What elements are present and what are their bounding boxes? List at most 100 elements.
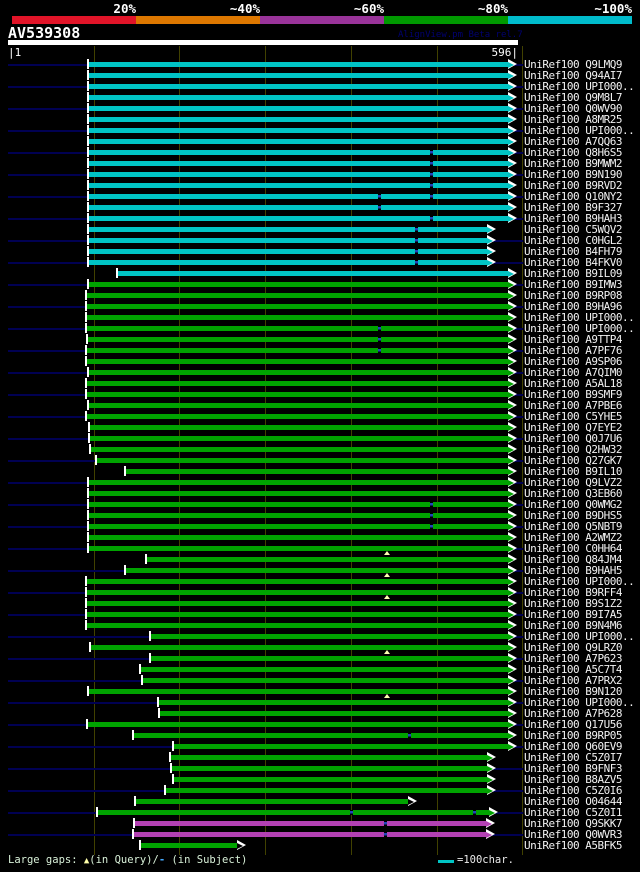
hit-start-tick — [85, 323, 87, 333]
hit-start-tick — [172, 774, 174, 784]
hit-bar[interactable] — [89, 425, 508, 430]
hit-bar[interactable] — [88, 150, 508, 155]
hit-bar[interactable] — [86, 601, 508, 606]
arrowhead-fill-icon — [508, 589, 514, 596]
hit-bar[interactable] — [96, 458, 508, 463]
hit-bar[interactable] — [86, 590, 508, 595]
hit-bar[interactable] — [90, 645, 508, 650]
arrowhead-fill-icon — [487, 248, 493, 255]
arrowhead-fill-icon — [508, 699, 514, 706]
hit-bar[interactable] — [86, 348, 508, 353]
hit-label[interactable]: UniRef100_A5BFK5 — [524, 839, 639, 851]
identity-scale-segment — [136, 16, 260, 24]
hit-bar[interactable] — [88, 524, 508, 529]
subject-gap-mark — [430, 194, 433, 199]
hit-bar[interactable] — [88, 260, 487, 265]
hit-start-tick — [87, 499, 89, 509]
hit-bar[interactable] — [87, 337, 508, 342]
hit-start-tick — [87, 59, 89, 69]
hit-bar[interactable] — [88, 689, 508, 694]
hit-bar[interactable] — [86, 359, 508, 364]
hit-bar[interactable] — [125, 568, 508, 573]
hit-bar[interactable] — [86, 414, 508, 419]
hit-bar[interactable] — [88, 238, 487, 243]
hit-bar[interactable] — [125, 469, 508, 474]
scale-length-swatch — [438, 860, 454, 863]
hit-bar[interactable] — [88, 84, 508, 89]
hit-bar[interactable] — [159, 711, 508, 716]
hit-bar[interactable] — [86, 612, 508, 617]
hit-bar[interactable] — [134, 821, 486, 826]
hit-bar[interactable] — [88, 106, 508, 111]
hit-start-tick — [96, 807, 98, 817]
hit-bar[interactable] — [88, 216, 508, 221]
hit-start-tick — [87, 202, 89, 212]
hit-bar[interactable] — [88, 403, 508, 408]
identity-scale-segment — [12, 16, 136, 24]
hit-bar[interactable] — [158, 700, 508, 705]
hit-bar[interactable] — [86, 326, 508, 331]
hit-bar[interactable] — [146, 557, 508, 562]
hit-bar[interactable] — [88, 194, 508, 199]
hit-bar[interactable] — [86, 579, 508, 584]
hit-bar[interactable] — [88, 502, 508, 507]
hit-start-tick — [87, 488, 89, 498]
hit-start-tick — [116, 268, 118, 278]
hit-bar[interactable] — [88, 491, 508, 496]
hit-start-tick — [87, 158, 89, 168]
hit-bar[interactable] — [89, 436, 508, 441]
hit-bar[interactable] — [133, 733, 508, 738]
hit-bar[interactable] — [88, 139, 508, 144]
hit-bar[interactable] — [88, 73, 508, 78]
hit-bar[interactable] — [173, 744, 508, 749]
hit-bar[interactable] — [88, 546, 508, 551]
hit-bar[interactable] — [88, 117, 508, 122]
hit-start-tick — [85, 587, 87, 597]
hit-bar[interactable] — [142, 678, 508, 683]
hit-bar[interactable] — [170, 755, 487, 760]
hit-start-tick — [85, 389, 87, 399]
identity-scale-segment — [508, 16, 632, 24]
large-gaps-legend: Large gaps: ▲(in Query)/- (in Subject) — [8, 854, 247, 866]
hit-bar[interactable] — [86, 315, 508, 320]
hit-bar[interactable] — [86, 293, 508, 298]
hit-bar[interactable] — [150, 634, 508, 639]
hit-bar[interactable] — [86, 392, 508, 397]
hit-bar[interactable] — [87, 722, 508, 727]
hit-bar[interactable] — [171, 766, 487, 771]
hit-bar[interactable] — [86, 381, 508, 386]
hit-start-tick — [85, 598, 87, 608]
arrowhead-fill-icon — [487, 765, 493, 772]
hit-bar[interactable] — [88, 249, 487, 254]
hit-bar[interactable] — [86, 304, 508, 309]
hit-start-tick — [87, 279, 89, 289]
hit-bar[interactable] — [150, 656, 508, 661]
hit-bar[interactable] — [86, 623, 508, 628]
hit-bar[interactable] — [140, 667, 508, 672]
hit-bar[interactable] — [88, 282, 508, 287]
arrowhead-fill-icon — [508, 116, 514, 123]
hit-bar[interactable] — [88, 227, 487, 232]
hit-bar[interactable] — [88, 128, 508, 133]
hit-bar[interactable] — [135, 799, 408, 804]
hit-bar[interactable] — [173, 777, 487, 782]
hit-bar[interactable] — [88, 183, 508, 188]
hit-bar[interactable] — [88, 535, 508, 540]
hit-bar[interactable] — [88, 513, 508, 518]
hit-bar[interactable] — [88, 480, 508, 485]
hit-bar[interactable] — [88, 161, 508, 166]
hit-bar[interactable] — [97, 810, 489, 815]
hit-bar[interactable] — [88, 95, 508, 100]
hit-bar[interactable] — [88, 370, 508, 375]
hit-bar[interactable] — [165, 788, 487, 793]
hit-bar[interactable] — [90, 447, 508, 452]
hit-bar[interactable] — [88, 205, 508, 210]
hit-bar[interactable] — [88, 172, 508, 177]
hit-bar[interactable] — [117, 271, 508, 276]
arrowhead-fill-icon — [508, 457, 514, 464]
hit-bar[interactable] — [88, 62, 508, 67]
hit-start-tick — [149, 631, 151, 641]
hit-bar[interactable] — [140, 843, 237, 848]
hit-bar[interactable] — [133, 832, 486, 837]
arrowhead-fill-icon — [237, 842, 243, 849]
